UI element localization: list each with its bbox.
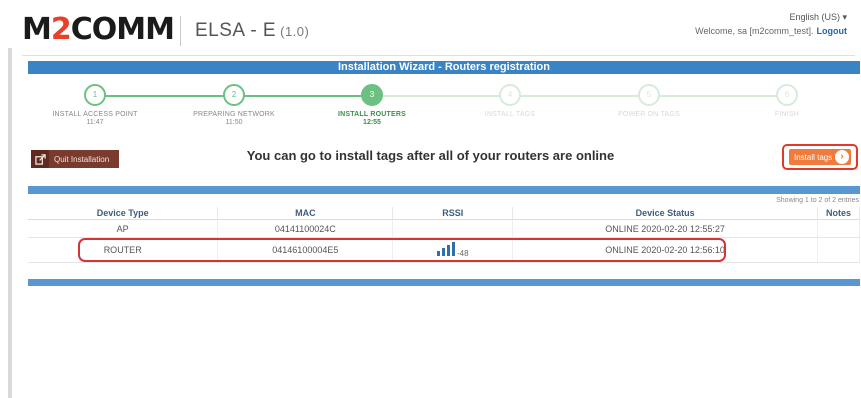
step-label: FINISH <box>774 111 800 118</box>
cell-device-status: ONLINE 2020-02-20 12:56:10 <box>512 237 818 263</box>
step-label: POWER ON TAGS <box>618 111 680 118</box>
wizard-step-install-access-point: 1 INSTALL ACCESS POINT 11:47 <box>35 82 155 127</box>
wizard-step-finish: 6 FINISH <box>727 82 847 119</box>
cell-device-type: ROUTER <box>28 237 219 263</box>
header-divider <box>180 16 181 46</box>
devices-table: Device Type MAC RSSI Device Status Notes… <box>28 207 861 263</box>
language-selector[interactable]: English (US) ▾ <box>789 12 847 23</box>
wizard-step-install-tags: 4 INSTALL TAGS <box>450 82 570 119</box>
step-label: INSTALL TAGS <box>484 111 536 118</box>
left-border <box>8 48 12 398</box>
cell-device-type: AP <box>28 219 219 238</box>
install-tags-highlight: Install tags › <box>782 144 858 170</box>
app-title: ELSA - E (1.0) <box>195 20 310 41</box>
column-header-device-status[interactable]: Device Status <box>512 207 818 220</box>
table-header-row: Device Type MAC RSSI Device Status Notes <box>28 207 861 220</box>
table-row[interactable]: AP 04141100024C ONLINE 2020-02-20 12:55:… <box>28 219 861 238</box>
cell-device-status: ONLINE 2020-02-20 12:55:27 <box>512 219 818 238</box>
step-label: INSTALL ACCESS POINT <box>52 111 138 118</box>
welcome-text: Welcome, sa [m2comm_test]. Logout <box>695 26 847 36</box>
table-row[interactable]: ROUTER 04146100004E5 -48 ONLINE 2020-02-… <box>28 237 861 263</box>
header-rule <box>22 55 855 56</box>
rssi-value: -48 <box>456 248 469 258</box>
arrow-right-circle-icon: › <box>835 150 849 164</box>
app-version: (1.0) <box>280 24 310 39</box>
column-header-rssi[interactable]: RSSI <box>392 207 514 220</box>
install-message: You can go to install tags after all of … <box>246 148 615 163</box>
cell-rssi <box>392 219 514 238</box>
m2comm-logo: M2COMM <box>22 12 175 47</box>
install-tags-button[interactable]: Install tags › <box>789 149 851 165</box>
signal-bars-icon <box>436 242 455 257</box>
step-number: 5 <box>638 84 660 106</box>
cell-rssi: -48 <box>392 237 514 263</box>
column-header-notes[interactable]: Notes <box>817 207 861 220</box>
step-time: 12:55 <box>363 119 381 126</box>
step-label: INSTALL ROUTERS <box>337 111 407 118</box>
step-number: 2 <box>223 84 245 106</box>
cell-notes <box>817 219 861 238</box>
step-label: PREPARING NETWORK <box>193 111 275 118</box>
table-top-bar <box>28 186 860 194</box>
step-number: 6 <box>776 84 798 106</box>
step-number: 4 <box>499 84 521 106</box>
step-time: 11:50 <box>225 119 243 126</box>
cell-mac: 04141100024C <box>217 219 394 238</box>
cell-notes <box>817 237 861 263</box>
wizard-title-bar: Installation Wizard - Routers registrati… <box>28 61 860 74</box>
table-bottom-bar <box>28 279 860 286</box>
cell-mac: 04146100004E5 <box>217 237 394 263</box>
wizard-steps: 1 INSTALL ACCESS POINT 11:47 2 PREPARING… <box>28 82 860 132</box>
step-number: 3 <box>361 84 383 106</box>
column-header-mac[interactable]: MAC <box>217 207 394 220</box>
install-tags-label: Install tags <box>794 152 833 162</box>
wizard-step-power-on-tags: 5 POWER ON TAGS <box>589 82 709 119</box>
table-info: Showing 1 to 2 of 2 entries <box>776 197 859 204</box>
wizard-step-preparing-network: 2 PREPARING NETWORK 11:50 <box>174 82 294 127</box>
logout-link[interactable]: Logout <box>817 26 848 36</box>
step-number: 1 <box>84 84 106 106</box>
wizard-step-install-routers: 3 INSTALL ROUTERS 12:55 <box>312 82 432 127</box>
step-time: 11:47 <box>86 119 104 126</box>
column-header-device-type[interactable]: Device Type <box>28 207 219 220</box>
app-frame: M2COMM ELSA - E (1.0) English (US) ▾ Welc… <box>0 0 861 398</box>
